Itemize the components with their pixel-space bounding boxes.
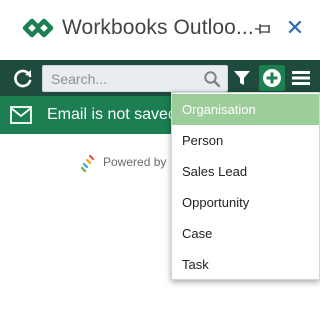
- dropdown-item-task[interactable]: Task: [172, 249, 319, 280]
- powered-by-text: Powered by: [103, 155, 167, 169]
- add-record-dropdown: Organisation Person Sales Lead Opportuni…: [171, 92, 320, 280]
- powered-by-logo-icon: [80, 154, 95, 172]
- dropdown-item-sales-lead[interactable]: Sales Lead: [172, 156, 319, 187]
- dropdown-item-case[interactable]: Case: [172, 218, 319, 249]
- dropdown-item-organisation[interactable]: Organisation: [172, 94, 319, 125]
- add-button[interactable]: [259, 65, 285, 91]
- workbooks-logo-icon: [22, 18, 54, 38]
- email-status-banner: Email is not saved: [0, 96, 177, 134]
- mail-icon: [10, 106, 32, 124]
- search-icon[interactable]: [203, 70, 221, 88]
- filter-icon[interactable]: [233, 69, 251, 87]
- pin-icon[interactable]: [254, 19, 274, 39]
- dropdown-item-opportunity[interactable]: Opportunity: [172, 187, 319, 218]
- refresh-icon[interactable]: [12, 67, 34, 89]
- plus-circle-icon: [263, 69, 281, 87]
- dropdown-item-person[interactable]: Person: [172, 125, 319, 156]
- close-icon[interactable]: ✕: [284, 16, 306, 40]
- banner-text: Email is not saved: [47, 106, 177, 123]
- hamburger-menu-icon[interactable]: [291, 68, 311, 88]
- search-input[interactable]: [51, 66, 201, 91]
- app-title: Workbooks Outloo...: [62, 16, 254, 39]
- search-box: [42, 65, 228, 92]
- toolbar: [0, 60, 320, 96]
- title-bar: Workbooks Outloo... ✕: [0, 0, 320, 60]
